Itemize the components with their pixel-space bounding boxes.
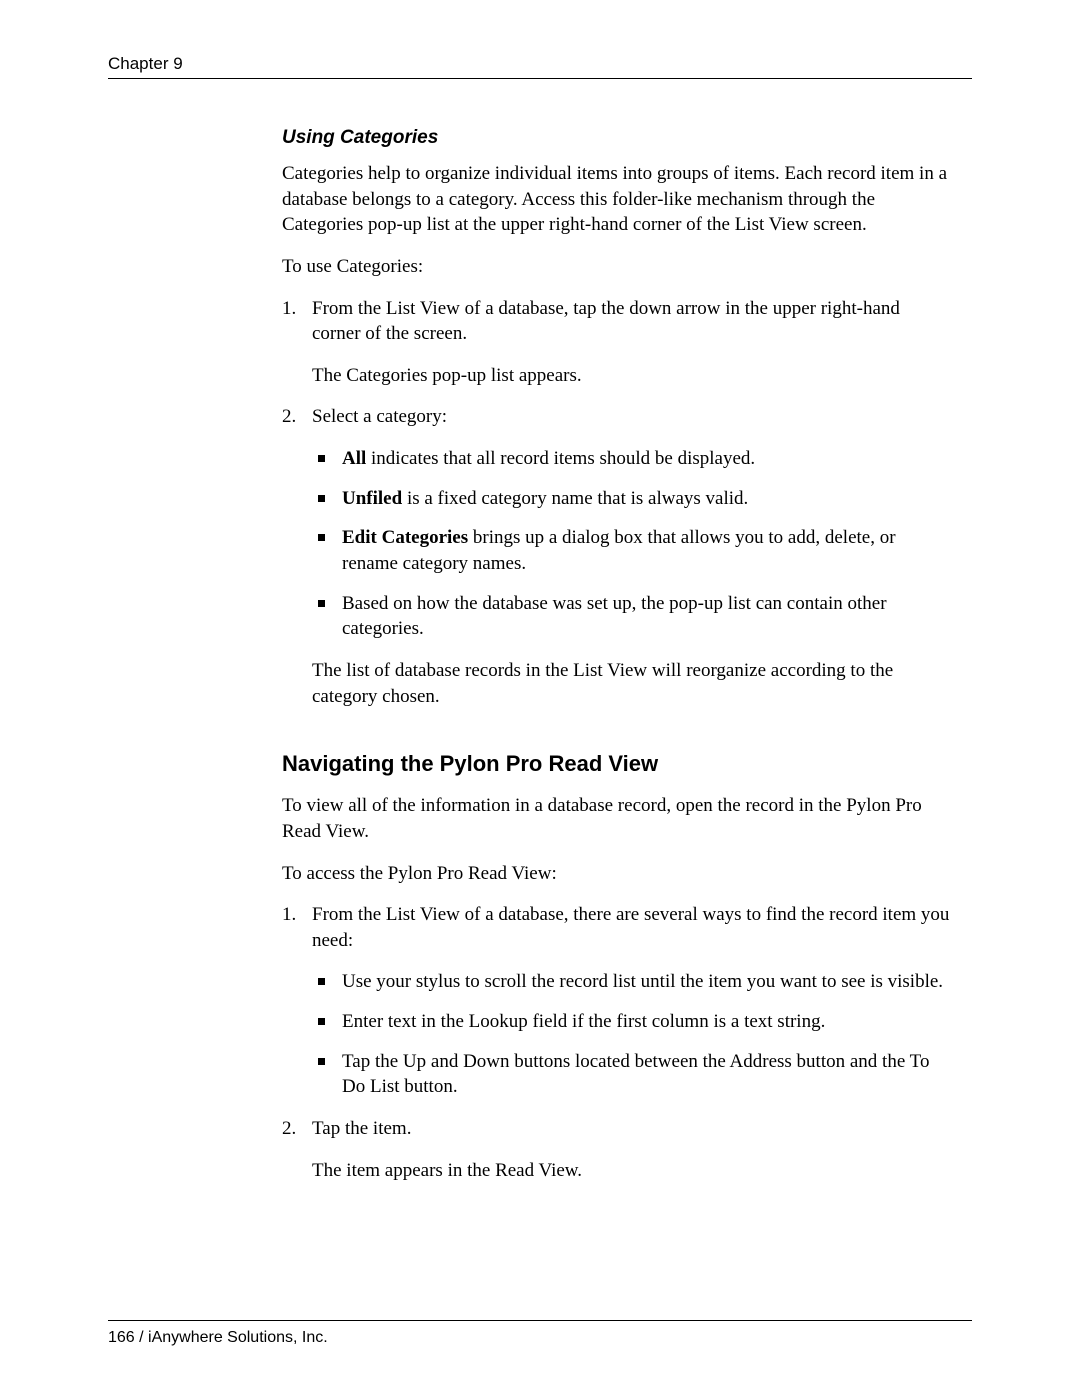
list-item: From the List View of a database, there …: [282, 902, 952, 1100]
ordered-list: From the List View of a database, there …: [282, 902, 952, 1183]
paragraph-lead: To use Categories:: [282, 254, 952, 280]
list-item-result: The item appears in the Read View.: [312, 1158, 952, 1184]
list-item-text: Enter text in the Lookup field if the fi…: [342, 1011, 825, 1032]
page-header: Chapter 9: [108, 54, 972, 79]
list-item: Edit Categories brings up a dialog box t…: [312, 525, 952, 576]
unordered-list: Use your stylus to scroll the record lis…: [312, 969, 952, 1100]
list-item-text: Use your stylus to scroll the record lis…: [342, 971, 943, 992]
footer-text: 166 / iAnywhere Solutions, Inc.: [108, 1329, 972, 1347]
list-item-result: The list of database records in the List…: [312, 658, 952, 709]
paragraph: Categories help to organize individual i…: [282, 161, 952, 238]
list-item-text: Tap the item.: [312, 1118, 411, 1139]
list-item-text: From the List View of a database, there …: [312, 904, 949, 951]
list-item: Unfiled is a fixed category name that is…: [312, 486, 952, 512]
list-item-text: Based on how the database was set up, th…: [342, 593, 887, 640]
page-content: Using Categories Categories help to orga…: [282, 127, 952, 1183]
page: Chapter 9 Using Categories Categories he…: [0, 0, 1080, 1397]
list-item-text: is a fixed category name that is always …: [402, 488, 748, 509]
unordered-list: All indicates that all record items shou…: [312, 446, 952, 642]
paragraph-lead: To access the Pylon Pro Read View:: [282, 861, 952, 887]
list-item-text: Tap the Up and Down buttons located betw…: [342, 1051, 929, 1098]
bold-term: Unfiled: [342, 488, 402, 509]
ordered-list: From the List View of a database, tap th…: [282, 296, 952, 710]
list-item: Enter text in the Lookup field if the fi…: [312, 1009, 952, 1035]
list-item: Select a category: All indicates that al…: [282, 404, 952, 709]
list-item: From the List View of a database, tap th…: [282, 296, 952, 389]
list-item-text: Select a category:: [312, 406, 447, 427]
list-item-result: The Categories pop-up list appears.: [312, 363, 952, 389]
chapter-label: Chapter 9: [108, 54, 972, 74]
bold-term: Edit Categories: [342, 527, 468, 548]
bold-term: All: [342, 448, 366, 469]
list-item-text: indicates that all record items should b…: [366, 448, 755, 469]
list-item: All indicates that all record items shou…: [312, 446, 952, 472]
paragraph: To view all of the information in a data…: [282, 793, 952, 844]
list-item: Tap the item. The item appears in the Re…: [282, 1116, 952, 1183]
list-item-text: From the List View of a database, tap th…: [312, 298, 900, 345]
section-title-navigating-read-view: Navigating the Pylon Pro Read View: [282, 751, 952, 777]
list-item: Based on how the database was set up, th…: [312, 591, 952, 642]
subsection-title-using-categories: Using Categories: [282, 127, 952, 149]
list-item: Use your stylus to scroll the record lis…: [312, 969, 952, 995]
page-footer: 166 / iAnywhere Solutions, Inc.: [108, 1320, 972, 1347]
list-item: Tap the Up and Down buttons located betw…: [312, 1049, 952, 1100]
